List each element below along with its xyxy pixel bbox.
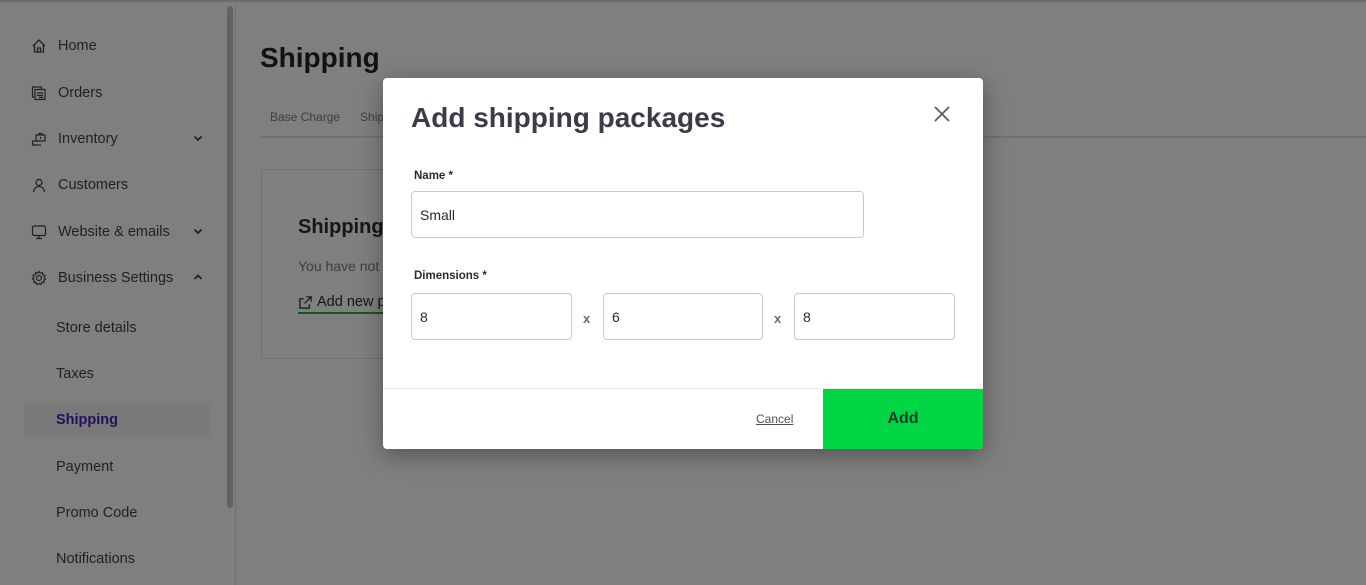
length-input[interactable]: 8	[411, 293, 572, 340]
close-icon[interactable]	[933, 105, 951, 123]
name-input[interactable]: Small	[411, 191, 864, 238]
cancel-button[interactable]: Cancel	[756, 412, 793, 426]
height-input[interactable]: 8	[794, 293, 955, 340]
modal-title: Add shipping packages	[411, 102, 726, 133]
add-shipping-packages-dialog: Add shipping packages Name * Small Dimen…	[383, 78, 983, 449]
add-button[interactable]: Add	[823, 389, 983, 449]
dimension-separator: x	[583, 311, 591, 326]
dimensions-label: Dimensions *	[414, 270, 487, 282]
name-label: Name *	[414, 170, 453, 182]
dimension-separator: x	[774, 311, 782, 326]
width-input[interactable]: 6	[603, 293, 763, 340]
